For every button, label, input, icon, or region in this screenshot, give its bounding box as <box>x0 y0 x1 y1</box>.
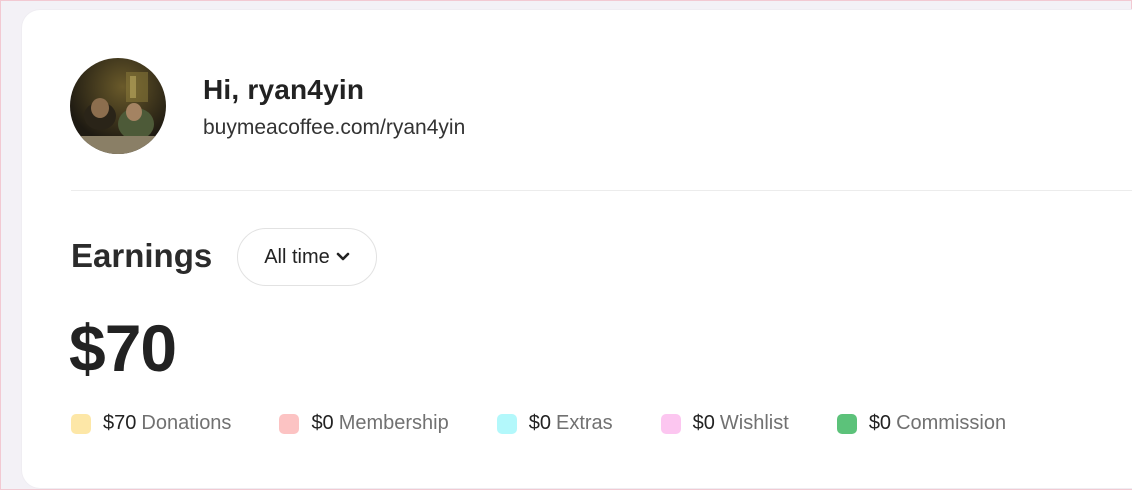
greeting-heading: Hi, ryan4yin <box>203 74 365 105</box>
legend-item-extras: $0 Extras <box>496 412 613 435</box>
section-divider <box>71 190 1132 191</box>
commission-label: Commission <box>896 412 1007 434</box>
earnings-total: $70 <box>69 311 177 385</box>
wishlist-swatch <box>660 413 681 434</box>
commission-amount: $0 <box>868 412 892 434</box>
extras-swatch <box>496 413 517 434</box>
legend-item-commission: $0 Commission <box>836 412 1007 435</box>
dashboard-card: Hi, ryan4yin buymeacoffee.com/ryan4yin E… <box>22 10 1132 488</box>
page-url-link[interactable]: buymeacoffee.com/ryan4yin <box>203 116 465 140</box>
wishlist-label: Wishlist <box>719 412 789 434</box>
extras-label: Extras <box>555 412 613 434</box>
membership-label: Membership <box>338 412 449 434</box>
legend-item-donations: $70 Donations <box>71 412 231 435</box>
commission-swatch <box>836 413 857 434</box>
donations-swatch <box>71 413 91 434</box>
chevron-down-icon <box>336 252 350 262</box>
earnings-title: Earnings <box>71 237 213 274</box>
donations-amount: $70 <box>103 412 137 434</box>
donations-label: Donations <box>141 412 232 434</box>
period-dropdown-label: All time <box>264 245 330 268</box>
extras-amount: $0 <box>528 412 551 434</box>
wishlist-amount: $0 <box>692 412 715 434</box>
membership-swatch <box>279 413 300 434</box>
legend-item-wishlist: $0 Wishlist <box>660 412 789 435</box>
membership-amount: $0 <box>311 412 334 434</box>
legend-item-membership: $0 Membership <box>279 412 449 435</box>
earnings-breakdown-legend: $70 Donations $0 Membership $0 Extras $0… <box>71 412 1054 435</box>
avatar[interactable] <box>70 58 166 154</box>
period-dropdown[interactable]: All time <box>237 228 377 286</box>
